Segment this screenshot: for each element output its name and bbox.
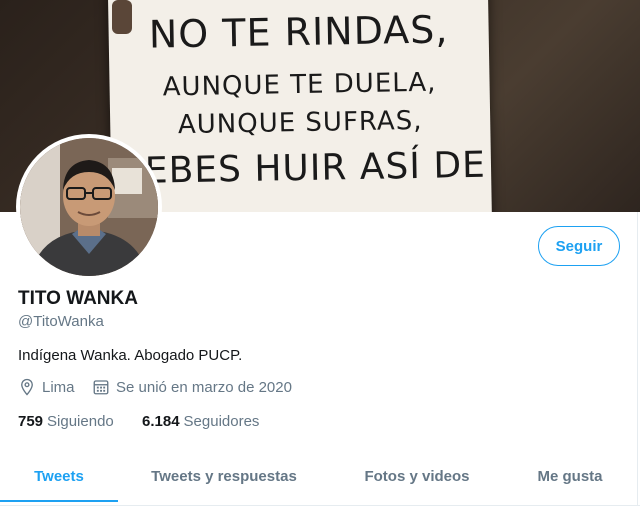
location-label: Lima	[42, 378, 75, 396]
following-link[interactable]: 759 Siguiendo	[18, 413, 114, 430]
avatar-photo	[20, 138, 158, 276]
banner-poster: NO TE RINDAS, AUNQUE TE DUELA, AUNQUE SU…	[107, 0, 493, 212]
location-pin-icon	[21, 378, 33, 396]
location-item: Lima	[18, 378, 75, 396]
profile-tabs: Tweets Tweets y respuestas Fotos y video…	[0, 448, 640, 506]
tab-media[interactable]: Fotos y videos	[340, 448, 494, 504]
followers-count: 6.184	[142, 413, 180, 430]
profile-bio: Indígena Wanka. Abogado PUCP.	[18, 347, 243, 364]
poster-line-4: DEBES HUIR ASÍ DE	[115, 144, 487, 193]
following-label: Siguiendo	[47, 413, 114, 430]
banner-hand	[112, 0, 132, 34]
tab-likes[interactable]: Me gusta	[512, 448, 628, 504]
follow-button[interactable]: Seguir	[538, 226, 620, 266]
joined-label: Se unió en marzo de 2020	[116, 378, 292, 396]
poster-line-3: AUNQUE SUFRAS,	[177, 105, 423, 141]
column-border	[637, 212, 638, 505]
poster-line-1: NO TE RINDAS,	[148, 7, 449, 57]
following-count: 759	[18, 413, 44, 430]
profile-name: TITO WANKA	[18, 288, 138, 309]
joined-item: Se unió en marzo de 2020	[92, 378, 292, 396]
followers-link[interactable]: 6.184 Seguidores	[142, 413, 259, 430]
profile-handle: @TitoWanka	[18, 313, 104, 330]
calendar-icon	[93, 380, 109, 395]
active-tab-indicator	[0, 500, 118, 502]
tab-tweets[interactable]: Tweets	[0, 448, 118, 504]
followers-label: Seguidores	[183, 413, 260, 430]
poster-line-2: AUNQUE TE DUELA,	[162, 67, 437, 103]
tab-tweets-replies[interactable]: Tweets y respuestas	[128, 448, 320, 504]
avatar[interactable]	[20, 138, 158, 276]
